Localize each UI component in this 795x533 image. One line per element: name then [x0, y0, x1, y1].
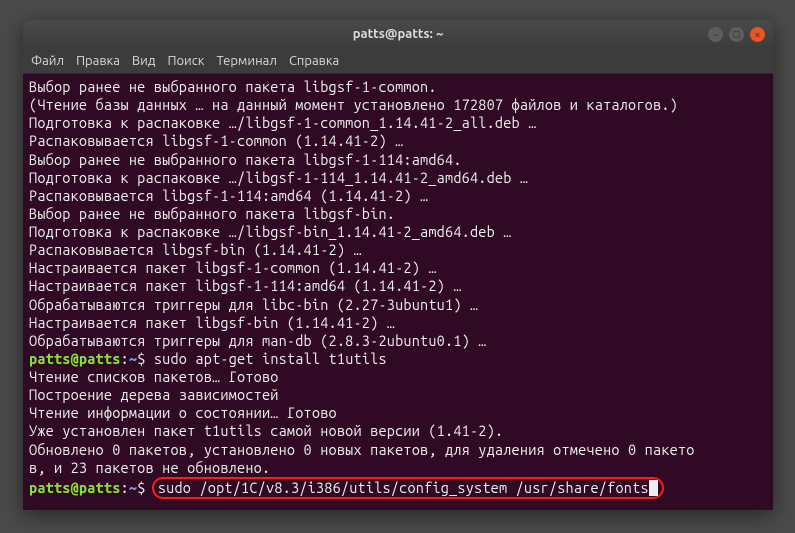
command-text: sudo apt-get install t1utils: [146, 350, 387, 367]
cursor-icon: [649, 480, 658, 496]
output-line: Чтение списков пакетов… Готово: [29, 368, 279, 385]
menu-edit[interactable]: Правка: [76, 54, 120, 68]
prompt-path: ~: [129, 479, 137, 496]
output-line: Выбор ранее не выбранного пакета libgsf-…: [29, 151, 462, 168]
prompt-path: ~: [129, 350, 137, 367]
prompt-dollar: $: [137, 350, 145, 367]
menubar: Файл Правка Вид Поиск Терминал Справка: [23, 48, 773, 74]
prompt-colon: :: [121, 479, 129, 496]
prompt-dollar: $: [137, 479, 145, 496]
highlighted-command: sudo /opt/1C/v8.3/i386/utils/config_syst…: [152, 477, 664, 499]
output-line: Выбор ранее не выбранного пакета libgsf-…: [29, 78, 437, 95]
output-line: Распаковывается libgsf-1-common (1.14.41…: [29, 132, 403, 149]
prompt-colon: :: [121, 350, 129, 367]
output-line: (Чтение базы данных … на данный момент у…: [29, 96, 678, 113]
output-line: Настраивается пакет libgsf-1-common (1.1…: [29, 259, 437, 276]
prompt-userhost: patts@patts: [29, 479, 121, 496]
window-title: patts@patts: ~: [353, 27, 444, 41]
prompt-userhost: patts@patts: [29, 350, 121, 367]
output-line: Подготовка к распаковке …/libgsf-1-114_1…: [29, 169, 528, 186]
menu-help[interactable]: Справка: [289, 54, 339, 68]
maximize-icon[interactable]: □: [729, 27, 744, 42]
menu-file[interactable]: Файл: [31, 54, 64, 68]
menu-search[interactable]: Поиск: [167, 54, 204, 68]
output-line: Подготовка к распаковке …/libgsf-1-commo…: [29, 114, 537, 131]
output-line: Обновлено 0 пакетов, установлено 0 новых…: [29, 441, 695, 458]
terminal-window: patts@patts: ~ − □ × Файл Правка Вид Пои…: [23, 20, 773, 510]
command-text: sudo /opt/1C/v8.3/i386/utils/config_syst…: [158, 479, 649, 496]
output-line: в, и 23 пакетов не обновлено.: [29, 459, 270, 476]
window-controls: − □ ×: [708, 27, 765, 42]
menu-terminal[interactable]: Терминал: [216, 54, 276, 68]
output-line: Выбор ранее не выбранного пакета libgsf-…: [29, 205, 395, 222]
output-line: Обрабатываются триггеры для man-db (2.8.…: [29, 332, 487, 349]
output-line: Настраивается пакет libgsf-1-114:amd64 (…: [29, 277, 462, 294]
output-line: Обрабатываются триггеры для libc-bin (2.…: [29, 296, 478, 313]
output-line: Подготовка к распаковке …/libgsf-bin_1.1…: [29, 223, 512, 240]
output-line: Уже установлен пакет t1utils самой новой…: [29, 422, 503, 439]
output-line: Построение дерева зависимостей: [29, 386, 337, 403]
output-line: Настраивается пакет libgsf-bin (1.14.41-…: [29, 314, 395, 331]
titlebar[interactable]: patts@patts: ~ − □ ×: [23, 20, 773, 48]
output-line: Распаковывается libgsf-1-114:amd64 (1.14…: [29, 187, 428, 204]
minimize-icon[interactable]: −: [708, 27, 723, 42]
output-line: Распаковывается libgsf-bin (1.14.41-2) …: [29, 241, 362, 258]
terminal-body[interactable]: Выбор ранее не выбранного пакета libgsf-…: [23, 74, 773, 510]
output-line: Чтение информации о состоянии… Готово: [29, 404, 337, 421]
menu-view[interactable]: Вид: [132, 54, 156, 68]
close-icon[interactable]: ×: [750, 27, 765, 42]
